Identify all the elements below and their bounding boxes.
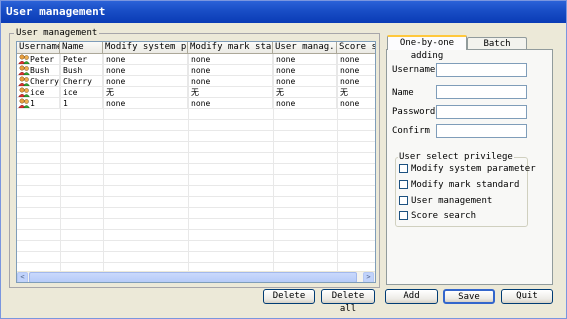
modify-mark-standard-checkbox[interactable]	[399, 180, 408, 189]
save-button[interactable]: Save	[443, 289, 495, 304]
table-cell: Bush	[17, 65, 60, 76]
empty-table-row	[17, 120, 375, 131]
username-label: Username	[392, 65, 436, 75]
username-text: 1	[30, 99, 35, 108]
table-cell: none	[273, 65, 337, 76]
table-cell: none	[103, 54, 188, 65]
column-header-name[interactable]: Name	[60, 42, 103, 54]
user-group-icon	[18, 98, 30, 108]
empty-table-row	[17, 252, 375, 263]
table-cell: ice	[60, 87, 103, 98]
user-group-icon	[18, 76, 30, 86]
user-management-label: User management	[411, 196, 493, 206]
table-row[interactable]: Bush Bush none none none none	[17, 65, 375, 76]
title-bar[interactable]: User management	[1, 1, 566, 23]
add-button[interactable]: Add	[385, 289, 438, 304]
table-cell: none	[188, 65, 273, 76]
table-cell: none	[273, 98, 337, 109]
password-field[interactable]	[436, 105, 527, 119]
score-search-label: Score search	[411, 211, 477, 221]
column-header-user-management[interactable]: User manag...	[273, 42, 337, 54]
table-cell: Peter	[60, 54, 103, 65]
table-cell: Cherry	[60, 76, 103, 87]
table-cell: none	[188, 76, 273, 87]
table-cell: none	[337, 54, 375, 65]
score-search-checkbox[interactable]	[399, 211, 408, 220]
scroll-left-icon[interactable]: <	[17, 272, 28, 282]
table-cell: none	[337, 98, 375, 109]
user-table: Username Name Modify system p... Modify …	[16, 41, 376, 283]
empty-table-row	[17, 153, 375, 164]
privilege-group-label: User select privilege	[398, 152, 514, 162]
name-field[interactable]	[436, 85, 527, 99]
user-group-icon	[18, 54, 30, 64]
table-cell: none	[337, 76, 375, 87]
column-header-username[interactable]: Username	[17, 42, 60, 54]
name-label: Name	[392, 88, 414, 98]
user-management-checkbox[interactable]	[399, 196, 408, 205]
table-cell: none	[103, 76, 188, 87]
username-text: Bush	[30, 66, 50, 75]
table-cell: none	[188, 54, 273, 65]
modify-system-parameter-checkbox[interactable]	[399, 164, 408, 173]
tab-one-by-one-adding[interactable]: One-by-one adding	[387, 35, 467, 61]
user-group-icon	[18, 87, 30, 97]
modify-system-parameter-label: Modify system parameter	[411, 164, 536, 174]
table-cell: none	[337, 65, 375, 76]
confirm-label: Confirm	[392, 126, 430, 136]
table-cell: none	[273, 76, 337, 87]
column-header-modify-system[interactable]: Modify system p...	[103, 42, 188, 54]
table-row[interactable]: ice ice 无无无无	[17, 87, 375, 98]
empty-table-row	[17, 186, 375, 197]
empty-table-row	[17, 109, 375, 120]
column-header-modify-mark[interactable]: Modify mark sta...	[188, 42, 273, 54]
table-cell: 无	[337, 87, 375, 98]
table-row[interactable]: 1 1 none none none none	[17, 98, 375, 109]
column-header-score-search[interactable]: Score sea	[337, 42, 375, 54]
table-cell: 无	[273, 87, 337, 98]
table-cell: none	[103, 98, 188, 109]
window-title: User management	[6, 5, 106, 18]
confirm-password-field[interactable]	[436, 124, 527, 138]
empty-table-row	[17, 164, 375, 175]
quit-button[interactable]: Quit	[501, 289, 553, 304]
empty-table-row	[17, 219, 375, 230]
password-label: Password	[392, 107, 436, 117]
table-cell: 1	[60, 98, 103, 109]
username-text: Cherry	[30, 77, 59, 86]
empty-table-row	[17, 142, 375, 153]
username-text: ice	[30, 88, 45, 97]
username-text: Peter	[30, 55, 55, 64]
scroll-thumb[interactable]	[29, 272, 357, 282]
table-cell: Bush	[60, 65, 103, 76]
table-cell: 无	[103, 87, 188, 98]
modify-mark-standard-label: Modify mark standard	[411, 180, 520, 190]
table-cell: none	[188, 98, 273, 109]
delete-button[interactable]: Delete	[263, 289, 315, 304]
horizontal-scrollbar[interactable]: < >	[17, 271, 375, 282]
table-cell: Peter	[17, 54, 60, 65]
delete-all-button[interactable]: Delete all	[321, 289, 375, 314]
table-cell: Cherry	[17, 76, 60, 87]
empty-table-row	[17, 197, 375, 208]
user-management-group-label: User management	[14, 28, 100, 38]
empty-table-row	[17, 241, 375, 252]
table-cell: 无	[188, 87, 273, 98]
table-row[interactable]: Peter Peter none none none none	[17, 54, 375, 65]
table-cell: none	[103, 65, 188, 76]
empty-table-row	[17, 175, 375, 186]
empty-table-row	[17, 208, 375, 219]
table-cell: ice	[17, 87, 60, 98]
scroll-right-icon[interactable]: >	[363, 272, 374, 282]
empty-table-row	[17, 230, 375, 241]
table-row[interactable]: Cherry Cherry none none none none	[17, 76, 375, 87]
username-field[interactable]	[436, 63, 527, 77]
table-header: Username Name Modify system p... Modify …	[17, 42, 375, 54]
empty-table-row	[17, 131, 375, 142]
table-cell: none	[273, 54, 337, 65]
table-cell: 1	[17, 98, 60, 109]
user-group-icon	[18, 65, 30, 75]
